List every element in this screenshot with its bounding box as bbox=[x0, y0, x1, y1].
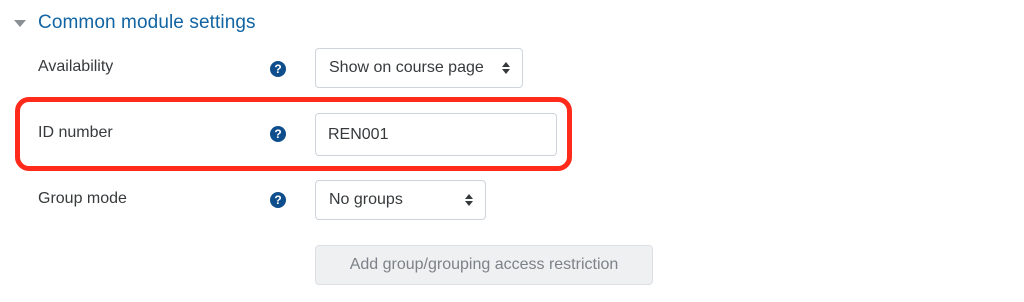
availability-select[interactable]: Show on course page bbox=[315, 48, 523, 88]
section-toggle[interactable]: Common module settings bbox=[14, 8, 256, 38]
section-title: Common module settings bbox=[38, 12, 256, 33]
caret-down-icon bbox=[14, 19, 26, 27]
select-arrows-icon bbox=[502, 62, 510, 74]
question-circle-icon[interactable]: ? bbox=[270, 126, 286, 142]
group-mode-label: Group mode bbox=[38, 190, 127, 207]
add-restriction-button[interactable]: Add group/grouping access restriction bbox=[315, 245, 653, 285]
question-circle-icon[interactable]: ? bbox=[270, 192, 286, 208]
select-arrows-icon bbox=[465, 194, 473, 206]
id-number-label: ID number bbox=[38, 124, 113, 141]
group-mode-select[interactable]: No groups bbox=[315, 180, 486, 220]
availability-value: Show on course page bbox=[329, 59, 484, 76]
availability-label: Availability bbox=[38, 58, 114, 75]
group-mode-value: No groups bbox=[329, 191, 403, 208]
question-circle-icon[interactable]: ? bbox=[270, 61, 286, 77]
id-number-input[interactable] bbox=[315, 113, 557, 156]
